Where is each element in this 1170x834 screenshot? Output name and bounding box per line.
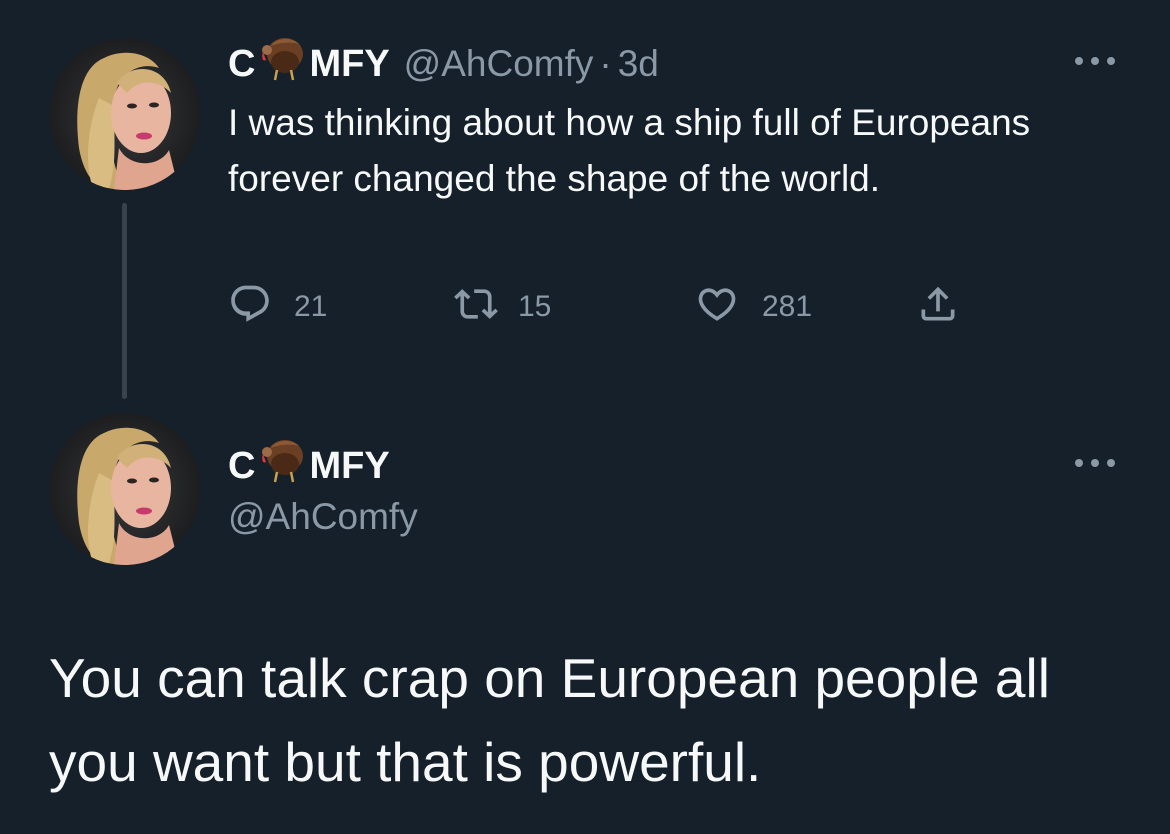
retweet-count: 15 [518,289,552,323]
more-dots-icon[interactable] [1073,456,1117,470]
reply-button[interactable]: 21 [228,282,327,331]
user-handle[interactable]: @AhComfy [404,43,594,85]
avatar[interactable] [49,38,201,190]
tweet-text: I was thinking about how a ship full of … [228,102,1031,199]
more-dots-icon[interactable] [1073,54,1117,68]
avatar[interactable] [49,413,201,565]
display-name-suffix: MFY [309,444,390,487]
thread-connector-line [122,203,127,399]
retweet-icon [452,282,500,331]
reply-header: C MFY [228,438,390,494]
display-name[interactable]: C MFY [228,438,390,494]
user-handle[interactable]: @AhComfy [228,496,418,538]
retweet-button[interactable]: 15 [452,282,551,331]
display-name-suffix: MFY [309,42,390,85]
display-name[interactable]: C MFY [228,36,390,92]
separator-dot: · [599,43,612,84]
timestamp[interactable]: 3d [618,43,659,85]
like-button[interactable]: 281 [694,282,812,331]
tweet-header: C MFY @AhComfy · 3d [228,36,659,92]
turkey-icon [257,36,307,92]
display-name-prefix: C [228,42,256,85]
share-icon [916,282,960,331]
share-button[interactable] [916,282,960,331]
like-count: 281 [762,289,813,323]
heart-icon [694,282,740,331]
turkey-icon [257,438,307,494]
display-name-prefix: C [228,444,256,487]
reply-count: 21 [294,289,328,323]
reply-text: You can talk crap on European people all… [49,647,1050,793]
reply-icon [228,282,272,331]
